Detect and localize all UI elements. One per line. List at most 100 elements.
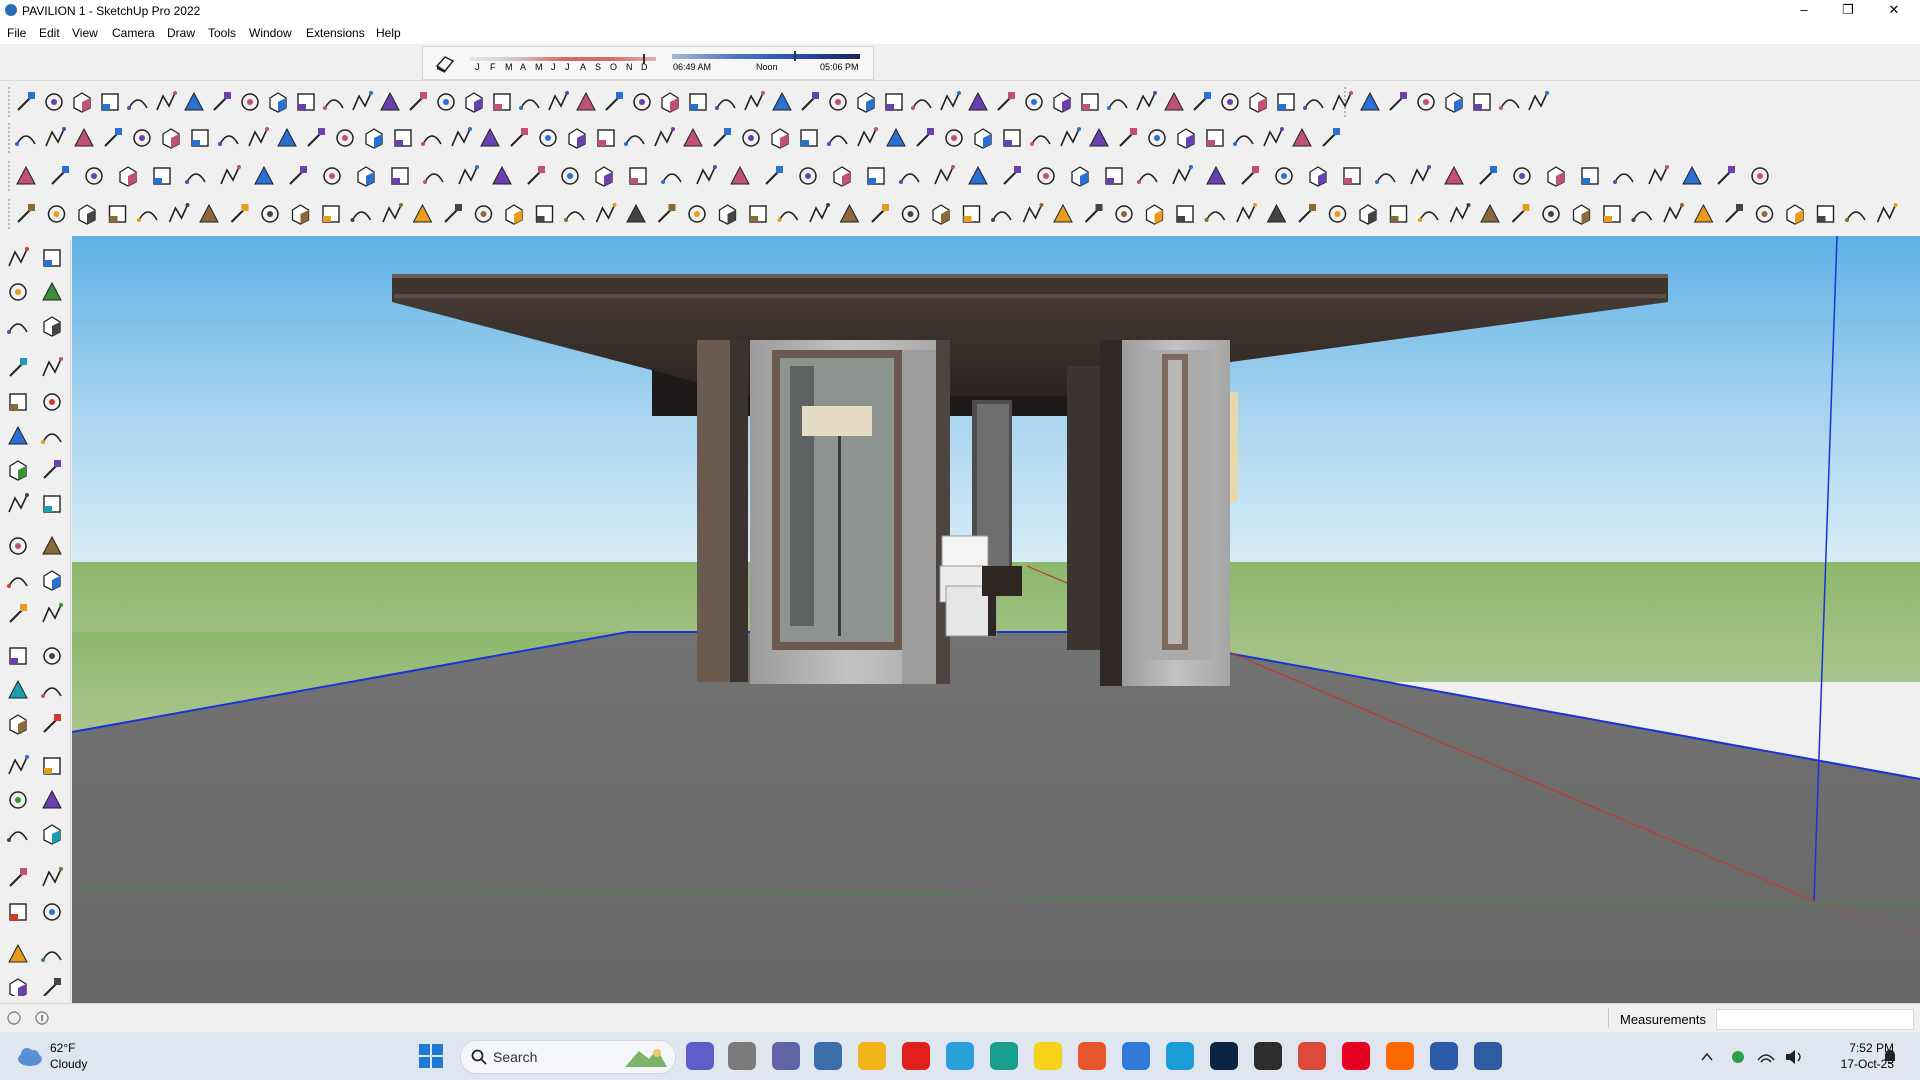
toolbar-tool-icon[interactable] — [248, 127, 269, 147]
app-icon[interactable] — [990, 1042, 1018, 1070]
teams-icon[interactable] — [686, 1042, 714, 1070]
toolbar-tool-icon[interactable] — [968, 91, 988, 111]
toolbar-tool-icon[interactable] — [1107, 99, 1128, 110]
toolbar-tool-icon[interactable] — [1360, 91, 1380, 111]
large-tool-icon[interactable] — [9, 358, 27, 377]
large-tool-icon[interactable] — [8, 679, 28, 699]
toolbar-tool-icon[interactable] — [749, 205, 767, 223]
toolbar-tool-icon[interactable] — [1751, 167, 1769, 185]
menu-tools[interactable]: Tools — [208, 26, 236, 40]
toolbar-tool-icon[interactable] — [771, 128, 789, 149]
toolbar-tool-icon[interactable] — [1631, 211, 1653, 222]
toolbar-tool-icon[interactable] — [45, 93, 63, 111]
close-button[interactable]: ✕ — [1872, 0, 1916, 22]
toolbar-tool-icon[interactable] — [605, 92, 623, 111]
toolbar-tool-icon[interactable] — [218, 135, 239, 146]
toolbar-tool-icon[interactable] — [350, 211, 372, 222]
toolbar-tool-icon[interactable] — [1480, 203, 1500, 223]
task-view-icon[interactable] — [728, 1042, 756, 1070]
menu-help[interactable]: Help — [376, 26, 401, 40]
toolbar-tool-icon[interactable] — [886, 127, 906, 147]
toolbar-tool-icon[interactable] — [519, 99, 540, 110]
toolbar-tool-icon[interactable] — [380, 91, 400, 111]
toolbar-tool-icon[interactable] — [1221, 93, 1239, 111]
toolbar-tool-icon[interactable] — [1176, 205, 1194, 223]
notification-bell-icon[interactable] — [1882, 1048, 1898, 1066]
toolbar-tool-icon[interactable] — [568, 128, 586, 149]
toolbar-tool-icon[interactable] — [1499, 99, 1520, 110]
toolbar-tool-icon[interactable] — [51, 166, 69, 185]
toolbar-tool-icon[interactable] — [254, 165, 274, 185]
toolbar-tool-icon[interactable] — [322, 205, 340, 223]
sketchup-icon[interactable] — [1430, 1042, 1458, 1070]
toolbar-tool-icon[interactable] — [1648, 165, 1669, 185]
toolbar-tool-icon[interactable] — [730, 165, 750, 185]
toolbar-tool-icon[interactable] — [104, 128, 122, 147]
toolbar-tool-icon[interactable] — [809, 203, 830, 223]
toolbar-tool-icon[interactable] — [899, 173, 920, 184]
toolbar-tool-icon[interactable] — [991, 211, 1012, 222]
toolbar-tool-icon[interactable] — [1136, 91, 1157, 111]
toolbar-tool-icon[interactable] — [510, 128, 528, 147]
toolbar-tool-icon[interactable] — [945, 129, 963, 147]
toolbar-tool-icon[interactable] — [1241, 166, 1259, 185]
toolbar-tool-icon[interactable] — [657, 204, 676, 223]
toolbar-tool-icon[interactable] — [458, 165, 479, 185]
shadow-date-slider[interactable]: J F M A M J J A S O N D — [470, 54, 656, 72]
toolbar-tool-icon[interactable] — [1725, 204, 1743, 223]
toolbar-tool-icon[interactable] — [661, 173, 682, 184]
toolbar-tool-icon[interactable] — [85, 167, 103, 185]
large-tool-icon[interactable] — [9, 460, 27, 481]
large-tool-icon[interactable] — [42, 789, 62, 809]
toolbar-tool-icon[interactable] — [474, 205, 493, 223]
toolbar-tool-icon[interactable] — [527, 166, 545, 185]
grammarly-icon[interactable] — [1078, 1042, 1106, 1070]
shadow-time-slider[interactable]: 06:49 AM Noon 05:06 PM — [672, 51, 860, 74]
toolbar-tool-icon[interactable] — [839, 203, 860, 223]
toolbar-tool-icon[interactable] — [718, 204, 737, 225]
toolbar-tool-icon[interactable] — [199, 203, 219, 223]
large-tool-icon[interactable] — [8, 425, 28, 445]
toolbar-icons-row-1[interactable] — [14, 88, 1554, 116]
toolbar-tool-icon[interactable] — [119, 166, 137, 187]
maximize-button[interactable]: ❐ — [1826, 0, 1870, 22]
toolbar-tool-icon[interactable] — [1084, 204, 1103, 223]
toolbar-tool-icon[interactable] — [1389, 92, 1407, 111]
toolbar-tool-icon[interactable] — [654, 127, 675, 147]
toolbar-tool-icon[interactable] — [168, 203, 190, 223]
toolbar-tool-icon[interactable] — [391, 167, 409, 185]
toolbar-tool-icon[interactable] — [595, 203, 617, 223]
toolbar-tool-icon[interactable] — [696, 165, 717, 185]
toolbar-tool-icon[interactable] — [801, 92, 819, 111]
large-tool-icon[interactable] — [43, 460, 61, 479]
toolbar-tool-icon[interactable] — [833, 166, 851, 187]
toolbar-tool-icon[interactable] — [548, 91, 569, 111]
meet-icon[interactable] — [772, 1042, 800, 1070]
toolbar-tool-icon[interactable] — [1145, 204, 1164, 225]
toolbar-tool-icon[interactable] — [742, 129, 760, 147]
toolbar-tool-icon[interactable] — [162, 128, 180, 149]
left-tool-icons[interactable] — [4, 246, 68, 996]
chrome-icon[interactable] — [1298, 1042, 1326, 1070]
toolbar-tool-icon[interactable] — [421, 135, 442, 146]
toolbar-tool-icon[interactable] — [689, 93, 707, 111]
toolbar-tool-icon[interactable] — [1172, 165, 1193, 185]
toolbar-tool-icon[interactable] — [595, 166, 613, 187]
toolbar-tool-icon[interactable] — [1030, 135, 1051, 146]
toolbar-tool-icon[interactable] — [409, 92, 427, 111]
toolbar-tool-icon[interactable] — [1025, 93, 1043, 111]
toolbar-icons-row-4[interactable] — [14, 200, 1914, 228]
toolbar-tool-icon[interactable] — [1449, 203, 1471, 223]
shadows-toggle-icon[interactable] — [434, 52, 456, 74]
toolbar-tool-icon[interactable] — [133, 129, 151, 147]
toolbar-tool-icon[interactable] — [713, 128, 731, 147]
toolbar-tool-icon[interactable] — [932, 204, 950, 225]
toolbar-tool-icon[interactable] — [1148, 129, 1166, 147]
large-tool-icon[interactable] — [9, 714, 27, 735]
toolbar-tool-icon[interactable] — [1613, 173, 1634, 184]
menu-extensions[interactable]: Extensions — [306, 26, 365, 40]
toolbar-tool-icon[interactable] — [1417, 93, 1435, 111]
toolbar-tool-icon[interactable] — [857, 92, 875, 113]
large-tool-icon[interactable] — [42, 357, 63, 377]
toolbar-tool-icon[interactable] — [480, 127, 500, 147]
